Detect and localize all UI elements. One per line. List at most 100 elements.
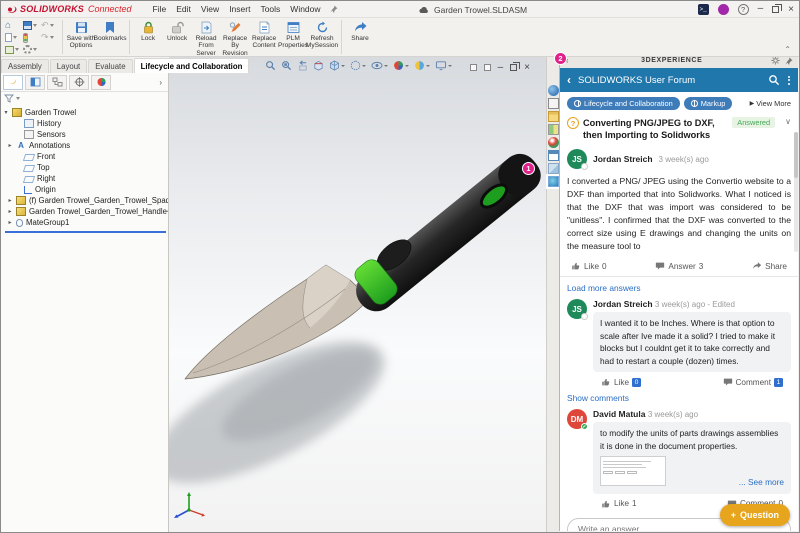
pill-lifecycle-collaboration[interactable]: Lifecycle and Collaboration bbox=[567, 97, 680, 110]
question-title[interactable]: Converting PNG/JPEG to DXF, then Importi… bbox=[583, 117, 728, 141]
custom-properties-icon[interactable] bbox=[548, 150, 559, 161]
help-icon[interactable]: ? bbox=[738, 4, 749, 15]
edit-appearance-icon[interactable] bbox=[393, 60, 409, 71]
new-document-button[interactable] bbox=[5, 32, 19, 43]
plm-properties-button[interactable]: PLM Properties bbox=[279, 20, 308, 50]
answer-action[interactable]: Answer 3 bbox=[655, 261, 703, 271]
save-button[interactable] bbox=[23, 20, 37, 31]
view-orientation-icon[interactable] bbox=[329, 60, 345, 71]
load-more-answers-link[interactable]: Load more answers bbox=[567, 283, 641, 293]
tab-assembly[interactable]: Assembly bbox=[1, 59, 49, 73]
like-action[interactable]: Like 0 bbox=[601, 377, 641, 387]
view-palette-icon[interactable] bbox=[548, 124, 559, 135]
design-library-icon[interactable] bbox=[548, 98, 559, 109]
user-avatar[interactable] bbox=[718, 4, 729, 15]
garden-trowel-model[interactable] bbox=[169, 57, 546, 532]
doc-close-icon[interactable]: × bbox=[524, 62, 530, 73]
3dexperience-app-icon[interactable]: >_ bbox=[698, 4, 709, 15]
3dexperience-platform-icon[interactable] bbox=[548, 85, 559, 96]
answer-author[interactable]: Jordan Streich bbox=[593, 299, 653, 309]
replace-content-button[interactable]: Replace Content bbox=[250, 20, 279, 50]
avatar-jordan-streich[interactable]: JS bbox=[567, 299, 587, 319]
answer-author[interactable]: David Matula bbox=[593, 409, 645, 419]
replace-by-revision-button[interactable]: Replace By Revision bbox=[221, 20, 250, 57]
undo-button[interactable]: ↶ bbox=[41, 20, 54, 31]
featuremanager-tree-tab[interactable] bbox=[3, 75, 23, 90]
zoom-to-fit-icon[interactable] bbox=[265, 60, 276, 71]
doc-restore-icon[interactable] bbox=[510, 64, 517, 71]
chevron-down-icon[interactable]: ∨ bbox=[785, 117, 791, 126]
gear-icon[interactable] bbox=[771, 56, 780, 65]
new-question-button[interactable]: + Question bbox=[720, 504, 790, 526]
configurationmanager-tab[interactable] bbox=[47, 75, 67, 90]
notification-badge-2[interactable]: 2 bbox=[554, 52, 567, 65]
avatar-jordan-streich[interactable]: JS bbox=[567, 149, 587, 169]
viewport-split-icon[interactable] bbox=[470, 64, 477, 71]
pill-markup[interactable]: Markup bbox=[684, 97, 733, 110]
options-gear-button[interactable] bbox=[23, 44, 37, 55]
notification-badge-1[interactable]: 1 bbox=[522, 162, 535, 175]
home-button[interactable]: ⌂ bbox=[5, 20, 19, 31]
back-icon[interactable]: ‹ bbox=[560, 73, 578, 87]
display-style-icon[interactable] bbox=[350, 60, 366, 71]
fm-expand-chevron-icon[interactable]: › bbox=[159, 78, 166, 87]
restore-icon[interactable] bbox=[772, 6, 779, 13]
viewport-layout-icon[interactable] bbox=[484, 64, 491, 71]
filter-funnel-icon[interactable] bbox=[4, 94, 14, 103]
menu-item-file[interactable]: File bbox=[148, 3, 172, 15]
solidworks-resources-icon[interactable] bbox=[548, 163, 559, 174]
user-forum-tab-icon[interactable] bbox=[548, 176, 559, 187]
unlock-button[interactable]: Unlock bbox=[163, 20, 192, 42]
like-action[interactable]: Like 1 bbox=[601, 499, 637, 509]
hide-show-items-icon[interactable] bbox=[371, 60, 388, 71]
more-options-icon[interactable] bbox=[780, 76, 798, 85]
save-with-options-button[interactable]: Save with Options bbox=[67, 20, 96, 50]
tree-item-annotations[interactable]: ▸AAnnotations bbox=[3, 140, 168, 151]
file-explorer-icon[interactable] bbox=[548, 111, 559, 122]
reload-from-server-button[interactable]: Reload From Server bbox=[192, 20, 221, 57]
panel-scrollbar[interactable] bbox=[794, 132, 798, 252]
tab-evaluate[interactable]: Evaluate bbox=[88, 59, 132, 73]
search-icon[interactable] bbox=[768, 74, 780, 86]
view-settings-icon[interactable] bbox=[435, 60, 452, 71]
displaymanager-tab[interactable] bbox=[91, 75, 111, 90]
tree-item-front-plane[interactable]: Front bbox=[3, 151, 168, 162]
pin-menu-icon[interactable] bbox=[330, 5, 338, 13]
menu-item-tools[interactable]: Tools bbox=[255, 3, 285, 15]
author-name[interactable]: Jordan Streich bbox=[593, 154, 653, 164]
like-action[interactable]: Like 0 bbox=[571, 261, 607, 271]
tree-item-handle-component[interactable]: ▸Garden Trowel_Garden_Trowel_Handle<1> bbox=[3, 206, 168, 217]
tree-item-history[interactable]: History bbox=[3, 118, 168, 129]
avatar-david-matula[interactable]: DM✓ bbox=[567, 409, 587, 429]
tab-lifecycle-and-collaboration[interactable]: Lifecycle and Collaboration bbox=[134, 58, 250, 73]
dimxpertmanager-tab[interactable] bbox=[69, 75, 89, 90]
doc-minimize-icon[interactable]: – bbox=[498, 65, 504, 71]
tab-layout[interactable]: Layout bbox=[50, 59, 87, 73]
appearances-scenes-decals-icon[interactable] bbox=[548, 137, 559, 148]
lock-button[interactable]: Lock bbox=[134, 20, 163, 42]
rollback-bar[interactable] bbox=[5, 231, 166, 233]
redo-button[interactable]: ↷ bbox=[41, 32, 54, 43]
collapse-ribbon-icon[interactable]: ⌃ bbox=[784, 45, 791, 54]
share-action[interactable]: Share bbox=[752, 261, 787, 271]
traffic-light-status-icon[interactable] bbox=[23, 32, 37, 43]
pin-panel-icon[interactable] bbox=[785, 57, 793, 65]
minimize-icon[interactable]: – bbox=[758, 6, 764, 12]
propertymanager-tab[interactable] bbox=[25, 75, 45, 90]
comment-action[interactable]: Comment 1 bbox=[723, 377, 784, 387]
filter-dropdown-caret[interactable] bbox=[16, 97, 20, 100]
tree-item-sensors[interactable]: Sensors bbox=[3, 129, 168, 140]
menu-item-edit[interactable]: Edit bbox=[171, 3, 196, 15]
tree-item-origin[interactable]: Origin bbox=[3, 184, 168, 195]
tree-item-right-plane[interactable]: Right bbox=[3, 173, 168, 184]
see-more-link[interactable]: ... See more bbox=[600, 476, 784, 489]
refresh-mysession-button[interactable]: Refresh MySession bbox=[308, 20, 337, 50]
view-more-link[interactable]: ▶View More bbox=[750, 99, 791, 108]
bookmarks-button[interactable]: Bookmarks bbox=[96, 20, 125, 42]
tree-item-top-plane[interactable]: Top bbox=[3, 162, 168, 173]
previous-view-icon[interactable] bbox=[297, 60, 308, 71]
section-view-icon[interactable] bbox=[313, 60, 324, 71]
menu-item-view[interactable]: View bbox=[196, 3, 224, 15]
publish-button[interactable] bbox=[5, 44, 19, 55]
menu-item-insert[interactable]: Insert bbox=[224, 3, 255, 15]
